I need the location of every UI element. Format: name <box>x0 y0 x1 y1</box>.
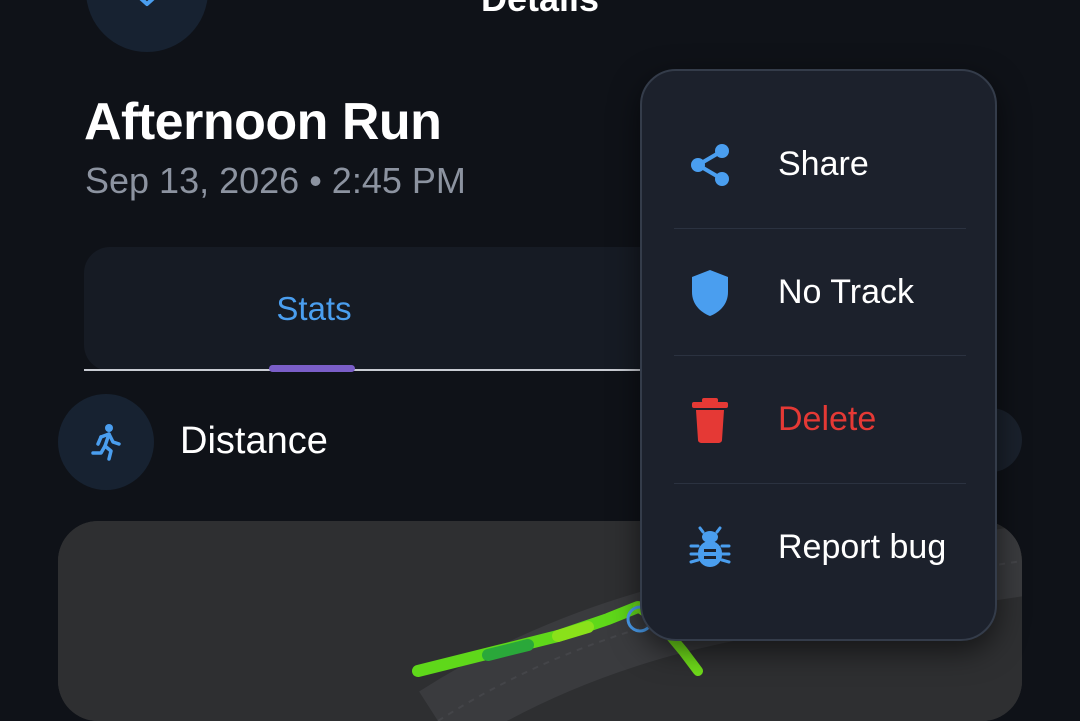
shield-icon <box>686 269 734 317</box>
tab-selected-indicator <box>269 365 355 372</box>
menu-item-delete[interactable]: Delete <box>642 356 995 483</box>
distance-icon-badge <box>58 394 154 490</box>
menu-item-label: Delete <box>778 400 877 438</box>
menu-item-share[interactable]: Share <box>642 101 995 228</box>
more-vert-icon <box>922 0 952 16</box>
bug-icon <box>686 524 734 572</box>
distance-label: Distance <box>180 420 328 462</box>
run-icon <box>91 424 121 461</box>
menu-item-label: Share <box>778 145 869 183</box>
tab-stats[interactable]: Stats <box>186 290 442 328</box>
page-title: Details <box>0 0 1080 20</box>
menu-item-label: Report bug <box>778 528 947 566</box>
share-icon <box>686 141 734 189</box>
activity-date: Sep 13, 2026 • 2:45 PM <box>85 160 466 201</box>
menu-item-label: No Track <box>778 273 915 311</box>
tab-bar-divider <box>84 369 684 371</box>
menu-item-no-track[interactable]: No Track <box>642 229 995 356</box>
more-options-button[interactable] <box>922 0 952 16</box>
activity-title: Afternoon Run <box>84 93 442 151</box>
trash-icon <box>686 396 734 444</box>
overflow-menu: Share No Track Delete Report bug <box>640 69 997 641</box>
menu-item-report-bug[interactable]: Report bug <box>642 484 995 611</box>
